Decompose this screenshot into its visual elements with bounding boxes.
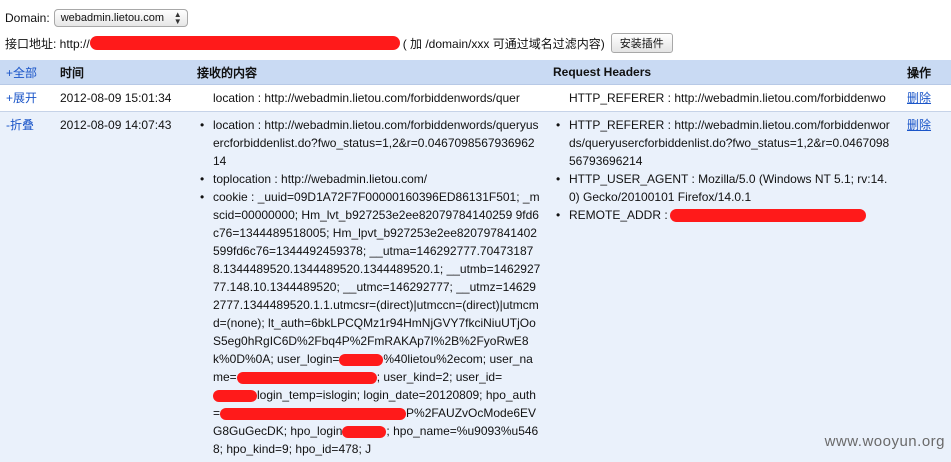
table-row: +展开 2012-08-09 15:01:34 location : http:…: [0, 85, 951, 112]
domain-label: Domain:: [5, 11, 50, 25]
redacted-hpo-login: [342, 426, 386, 438]
content-location: location : http://webadmin.lietou.com/fo…: [213, 116, 541, 170]
expand-row-link[interactable]: +展开: [6, 91, 37, 105]
redacted-api-url: [90, 36, 400, 50]
api-label: 接口地址: http://: [5, 35, 90, 52]
domain-select-value: webadmin.lietou.com: [61, 12, 164, 24]
toggle-all-link[interactable]: +全部: [0, 60, 54, 85]
toolbar: Domain: webadmin.lietou.com ▲▼ 接口地址: htt…: [0, 0, 951, 60]
delete-link[interactable]: 删除: [907, 91, 931, 105]
select-arrows-icon: ▲▼: [174, 11, 182, 25]
headers-list: HTTP_REFERER : http://webadmin.lietou.co…: [553, 89, 895, 107]
content-toplocation: toplocation : http://webadmin.lietou.com…: [213, 170, 541, 188]
domain-select[interactable]: webadmin.lietou.com ▲▼: [54, 9, 188, 27]
domain-row: Domain: webadmin.lietou.com ▲▼: [5, 8, 188, 28]
column-header-action: 操作: [901, 60, 951, 85]
header-remote-addr: REMOTE_ADDR :: [569, 206, 895, 224]
header-user-agent: HTTP_USER_AGENT : Mozilla/5.0 (Windows N…: [569, 170, 895, 206]
row-time: 2012-08-09 15:01:34: [60, 91, 171, 105]
delete-link[interactable]: 删除: [907, 118, 931, 132]
column-header-content: 接收的内容: [191, 60, 547, 85]
redacted-hpo-auth: [220, 408, 406, 420]
redacted-remote-addr: [670, 209, 866, 222]
content-list: location : http://webadmin.lietou.com/fo…: [197, 116, 541, 458]
content-item: location : http://webadmin.lietou.com/fo…: [213, 89, 541, 107]
cookie-text-3: ; user_kind=2; user_id=: [377, 370, 502, 384]
header-item: HTTP_REFERER : http://webadmin.lietou.co…: [569, 89, 895, 107]
log-table: +全部 时间 接收的内容 Request Headers 操作 +展开 2012…: [0, 60, 951, 462]
redacted-user-id: [213, 390, 257, 402]
content-cookie: cookie : _uuid=09D1A72F7F00000160396ED86…: [213, 188, 541, 458]
column-header-request-headers: Request Headers: [547, 60, 901, 85]
headers-list: HTTP_REFERER : http://webadmin.lietou.co…: [553, 116, 895, 224]
header-referer: HTTP_REFERER : http://webadmin.lietou.co…: [569, 116, 895, 170]
row-time: 2012-08-09 14:07:43: [60, 118, 171, 132]
watermark: www.wooyun.org: [825, 433, 945, 450]
install-plugin-button[interactable]: 安装插件: [611, 33, 673, 53]
table-header-row: +全部 时间 接收的内容 Request Headers 操作: [0, 60, 951, 85]
column-header-time: 时间: [54, 60, 191, 85]
remote-addr-label: REMOTE_ADDR :: [569, 208, 668, 222]
api-row: 接口地址: http:// ( 加 /domain/xxx 可通过域名过滤内容)…: [5, 33, 673, 53]
redacted-user-name: [237, 372, 377, 384]
content-list: location : http://webadmin.lietou.com/fo…: [197, 89, 541, 107]
api-hint: ( 加 /domain/xxx 可通过域名过滤内容): [403, 35, 605, 52]
redacted-user-login: [339, 354, 383, 366]
collapse-row-link[interactable]: -折叠: [6, 118, 34, 132]
table-row: -折叠 2012-08-09 14:07:43 location : http:…: [0, 112, 951, 462]
cookie-text-1: cookie : _uuid=09D1A72F7F00000160396ED86…: [213, 190, 540, 366]
